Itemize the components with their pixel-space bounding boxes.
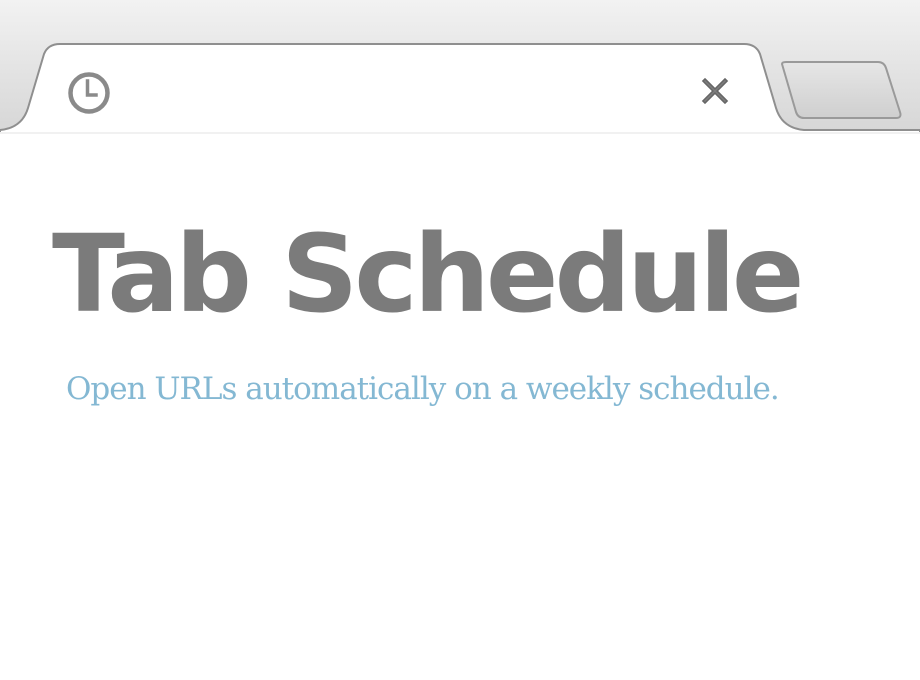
close-icon[interactable] [698, 74, 732, 108]
clock-icon [66, 70, 112, 116]
page-subtitle: Open URLs automatically on a weekly sche… [66, 371, 780, 407]
browser-tab-strip [0, 0, 920, 140]
new-tab-button[interactable] [778, 60, 904, 122]
page-title: Tab Schedule [52, 213, 804, 337]
